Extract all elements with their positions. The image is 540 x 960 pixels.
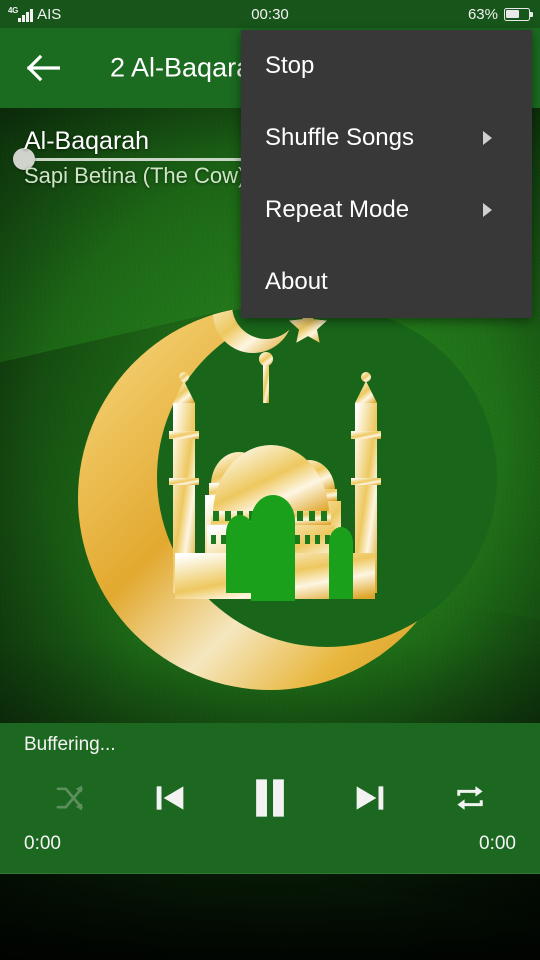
battery-percent-label: 63% xyxy=(467,5,498,23)
player-controls xyxy=(0,771,540,825)
crescent-mosque-artwork xyxy=(35,253,505,723)
menu-item-stop[interactable]: Stop xyxy=(241,30,532,102)
previous-icon xyxy=(156,786,184,810)
repeat-button[interactable] xyxy=(443,771,497,825)
menu-item-about[interactable]: About xyxy=(241,246,532,318)
clock-label: 00:30 xyxy=(251,5,289,23)
pause-icon xyxy=(256,779,284,817)
shuffle-button[interactable] xyxy=(43,771,97,825)
overflow-menu[interactable]: Stop Shuffle Songs Repeat Mode About xyxy=(241,30,532,318)
next-button[interactable] xyxy=(343,771,397,825)
arrow-left-icon xyxy=(26,54,60,82)
chevron-right-icon xyxy=(483,203,492,217)
battery-icon xyxy=(504,7,533,21)
chevron-right-icon xyxy=(483,131,492,145)
menu-item-label: Shuffle Songs xyxy=(265,124,415,151)
menu-item-repeat-mode[interactable]: Repeat Mode xyxy=(241,174,532,246)
menu-item-label: Stop xyxy=(265,52,315,79)
menu-item-label: Repeat Mode xyxy=(265,196,410,223)
back-button[interactable] xyxy=(20,50,66,86)
player-status-label: Buffering... xyxy=(24,734,116,755)
menu-item-label: About xyxy=(265,268,328,295)
menu-item-shuffle-songs[interactable]: Shuffle Songs xyxy=(241,102,532,174)
status-bar-right: 63% xyxy=(467,5,533,23)
pause-button[interactable] xyxy=(243,771,297,825)
player-panel: Buffering... 0:00 0:00 xyxy=(0,723,540,874)
phone-screen: 4G AIS 00:30 63% 2 Al-Baqarah Al-Baqarah… xyxy=(0,0,540,960)
total-time-label: 0:00 xyxy=(479,833,516,854)
previous-button[interactable] xyxy=(143,771,197,825)
shuffle-icon xyxy=(56,785,83,811)
repeat-icon xyxy=(457,786,483,810)
elapsed-time-label: 0:00 xyxy=(24,833,61,854)
next-icon xyxy=(356,786,384,810)
status-bar: 4G AIS 00:30 63% xyxy=(0,0,540,28)
